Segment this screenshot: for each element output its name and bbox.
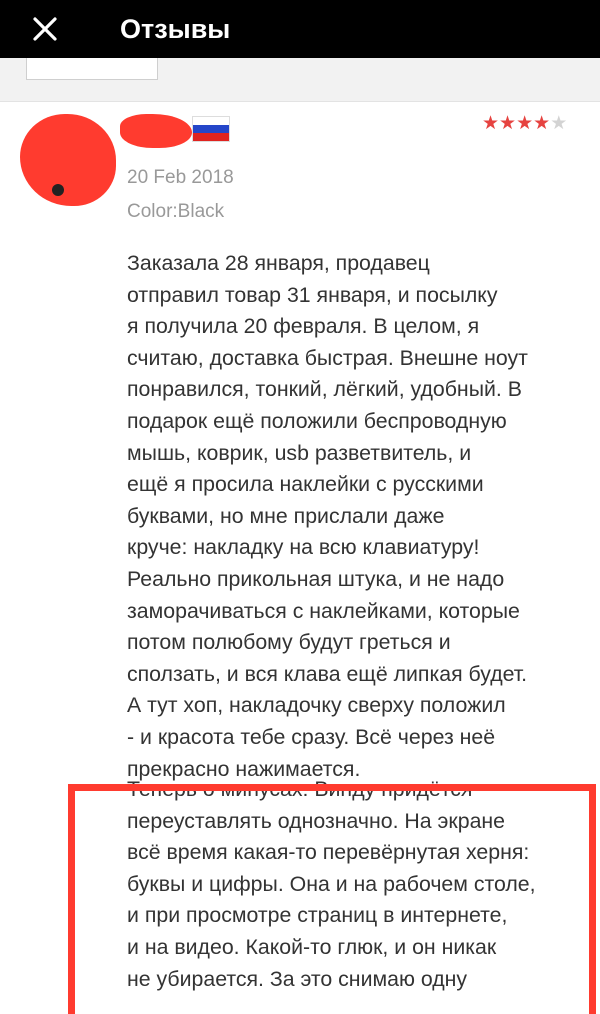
filter-tab[interactable] bbox=[26, 58, 158, 80]
close-icon bbox=[33, 17, 57, 41]
star-empty-icon: ★ bbox=[550, 113, 568, 134]
star-filled-icon: ★ bbox=[516, 113, 534, 134]
russia-flag-icon bbox=[192, 116, 230, 142]
avatar-detail bbox=[52, 184, 64, 196]
review-text-part1: Заказала 28 января, продавец отправил то… bbox=[127, 251, 528, 781]
avatar-redacted bbox=[20, 114, 116, 206]
product-color: Color:Black bbox=[127, 201, 225, 222]
star-filled-icon: ★ bbox=[482, 113, 500, 134]
username-redacted bbox=[120, 114, 192, 148]
filter-bar bbox=[0, 58, 600, 102]
review-date: 20 Feb 2018 bbox=[127, 167, 234, 188]
close-button[interactable] bbox=[0, 0, 90, 58]
rating-stars: ★★★★★ bbox=[482, 114, 567, 134]
app-bar: Отзывы bbox=[0, 0, 600, 58]
highlight-box bbox=[68, 784, 596, 1014]
page-title: Отзывы bbox=[120, 13, 231, 44]
star-filled-icon: ★ bbox=[499, 113, 517, 134]
star-filled-icon: ★ bbox=[533, 113, 551, 134]
